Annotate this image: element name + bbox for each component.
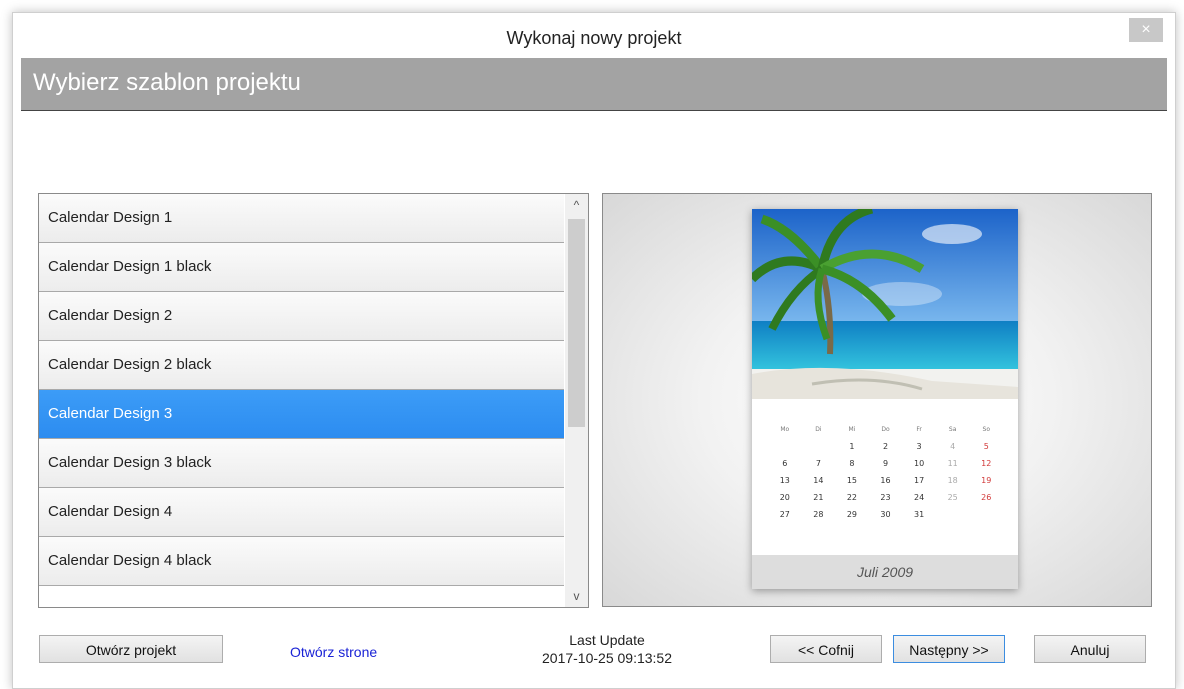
calendar-day: 22 (846, 493, 858, 502)
close-icon: × (1141, 21, 1151, 38)
list-item[interactable]: Calendar Design 1 black (39, 243, 564, 292)
calendar-week: 13 14 15 16 17 18 19 (768, 472, 1003, 489)
calendar-week: 27 28 29 30 31 (768, 506, 1003, 523)
list-item-selected[interactable]: Calendar Design 3 (39, 390, 564, 439)
calendar-day: 5 (983, 442, 989, 451)
vertical-scrollbar[interactable]: ^ v (565, 194, 588, 607)
calendar-month-label: Juli 2009 (752, 555, 1018, 589)
template-preview: Mo Di Mi Do Fr Sa So 1 2 3 4 5 6 7 8 9 1… (602, 193, 1152, 607)
calendar-day: 21 (813, 493, 824, 502)
calendar-week: 20 21 22 23 24 25 26 (768, 489, 1003, 506)
weekday-label: So (982, 426, 990, 433)
back-button[interactable]: << Cofnij (770, 635, 882, 663)
calendar-day: 11 (947, 459, 958, 468)
last-update-info: Last Update 2017-10-25 09:13:52 (502, 631, 712, 667)
next-button[interactable]: Następny >> (893, 635, 1005, 663)
title-bar: Wykonaj nowy projekt (13, 13, 1175, 58)
open-project-button[interactable]: Otwórz projekt (39, 635, 223, 663)
scrollbar-thumb[interactable] (568, 219, 585, 427)
weekday-label: Mi (848, 426, 856, 433)
calendar-day: 8 (849, 459, 855, 468)
weekday-label: Mo (780, 426, 790, 433)
calendar-day: 23 (880, 493, 891, 502)
calendar-day: 3 (916, 442, 922, 451)
weekday-label: Fr (916, 426, 922, 433)
calendar-day: 16 (880, 476, 891, 485)
list-item[interactable]: Calendar Design 4 (39, 488, 564, 537)
scroll-up-icon[interactable]: ^ (565, 194, 588, 216)
calendar-day: 29 (846, 510, 858, 519)
calendar-day: 4 (950, 442, 956, 451)
list-item[interactable]: Calendar Design 3 black (39, 439, 564, 488)
list-item[interactable]: Calendar Design 2 black (39, 341, 564, 390)
weekday-header: Mo Di Mi Do Fr Sa So (768, 421, 1003, 438)
last-update-value: 2017-10-25 09:13:52 (542, 650, 672, 666)
calendar-day: 25 (947, 493, 958, 502)
calendar-day: 1 (849, 442, 855, 451)
calendar-day: 27 (779, 510, 790, 519)
calendar-day: 18 (947, 476, 958, 485)
calendar-day: 7 (815, 459, 821, 468)
weekday-label: Di (815, 426, 822, 433)
calendar-day: 19 (981, 476, 992, 485)
calendar-day: 17 (914, 476, 925, 485)
weekday-label: Do (881, 426, 890, 433)
calendar-preview-card: Mo Di Mi Do Fr Sa So 1 2 3 4 5 6 7 8 9 1… (752, 209, 1018, 589)
calendar-week: 1 2 3 4 5 (768, 438, 1003, 455)
calendar-week: 6 7 8 9 10 11 12 (768, 455, 1003, 472)
calendar-day: 26 (981, 493, 992, 502)
list-item[interactable]: Calendar Design 4 black (39, 537, 564, 586)
open-page-link[interactable]: Otwórz strone (290, 644, 377, 660)
window-title: Wykonaj nowy projekt (506, 28, 682, 48)
weekday-label: Sa (948, 426, 957, 433)
calendar-day: 24 (914, 493, 925, 502)
calendar-day: 15 (846, 476, 858, 485)
last-update-label: Last Update (569, 632, 645, 648)
beach-photo (752, 209, 1018, 399)
calendar-day: 14 (813, 476, 824, 485)
calendar-day: 6 (782, 459, 788, 468)
list-item[interactable]: Calendar Design 2 (39, 292, 564, 341)
cancel-button[interactable]: Anuluj (1034, 635, 1146, 663)
scroll-down-icon[interactable]: v (565, 585, 588, 607)
close-button[interactable]: × (1129, 18, 1163, 42)
calendar-day: 28 (813, 510, 824, 519)
calendar-day: 31 (914, 510, 925, 519)
dialog-window: Wykonaj nowy projekt × Wybierz szablon p… (12, 12, 1176, 689)
calendar-day: 20 (779, 493, 790, 502)
calendar-grid: Mo Di Mi Do Fr Sa So 1 2 3 4 5 6 7 8 9 1… (768, 421, 1003, 523)
calendar-day: 13 (779, 476, 790, 485)
calendar-day: 9 (882, 459, 889, 468)
calendar-day: 12 (981, 459, 992, 468)
page-title: Wybierz szablon projektu (33, 69, 301, 96)
calendar-day: 2 (882, 442, 889, 451)
calendar-day: 10 (914, 459, 925, 468)
list-item[interactable]: Calendar Design 1 (39, 194, 564, 243)
template-list-items: Calendar Design 1 Calendar Design 1 blac… (39, 194, 564, 586)
template-list[interactable]: Calendar Design 1 Calendar Design 1 blac… (38, 193, 589, 608)
header-banner: Wybierz szablon projektu (21, 58, 1167, 111)
calendar-day: 30 (880, 510, 891, 519)
